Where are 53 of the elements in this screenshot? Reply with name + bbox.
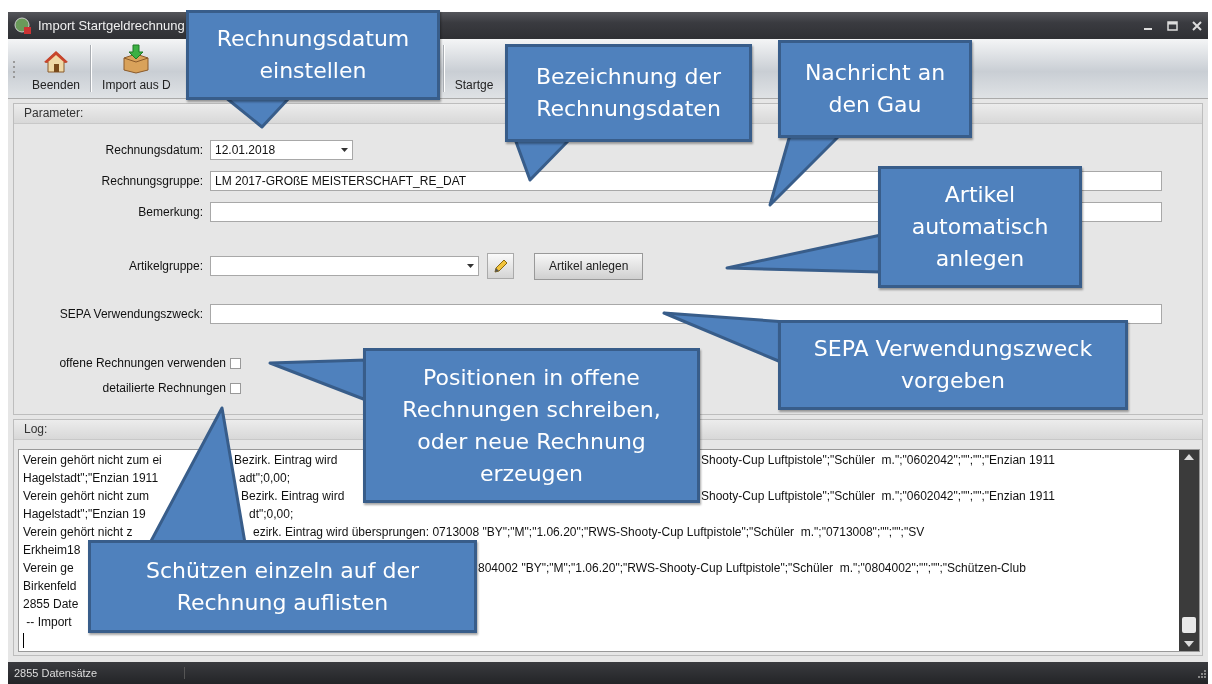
- log-text: Verein gehört nicht z: [23, 525, 133, 540]
- log-text: Verein gehört nicht zum ei: [23, 453, 162, 468]
- caret-icon: [341, 148, 348, 153]
- date-dropdown[interactable]: 12.01.2018: [210, 140, 353, 161]
- log-text: -- Import: [25, 615, 72, 630]
- status-text: 2855 Datensätze: [8, 667, 185, 680]
- callout: SEPA Verwendungszweck vorgeben: [778, 320, 1128, 410]
- checkbox-label: offene Rechnungen verwenden: [58, 356, 227, 371]
- log-text: Hagelstadt";"Enzian 19: [23, 507, 146, 522]
- log-text: Hagelstadt";"Enzian 1911: [23, 471, 159, 486]
- caret-icon: [467, 264, 474, 269]
- field-label: Artikelgruppe:: [127, 259, 204, 274]
- checkbox[interactable]: [230, 382, 241, 394]
- toolbar-button[interactable]: Import aus D: [94, 39, 179, 99]
- text-cursor: [23, 633, 24, 649]
- down-arrow-icon[interactable]: [1184, 641, 1194, 648]
- scrollbar-thumb[interactable]: [1182, 617, 1196, 634]
- field-label: Rechnungsdatum:: [104, 143, 204, 158]
- toolbar-grip-icon[interactable]: [12, 58, 16, 79]
- log-text: dt";0,00;: [249, 507, 294, 522]
- log-text: Bezirk. Eintrag wird: [234, 453, 338, 468]
- log-text: Verein gehört nicht zum: [23, 489, 150, 504]
- field-label: SEPA Verwendungszweck:: [58, 307, 204, 322]
- log-text: ezirk. Eintrag wird übersprungen: 0713008 "BY";"M";"1.06.20";"RWS-Shooty-Cup Luftpistole";"Schüler m.";"0713008";"";"";"SV: [253, 525, 925, 540]
- box-arrow-icon: [122, 44, 151, 75]
- log-text: 2855 Date: [23, 597, 79, 612]
- log-text: Bezirk. Eintrag wird: [241, 489, 345, 504]
- toolbar-button[interactable]: Beenden: [24, 39, 89, 99]
- resize-grip-icon[interactable]: [1196, 668, 1206, 679]
- checkbox-label: detailierte Rechnungen: [101, 381, 227, 396]
- log-text: adt";0,00;: [239, 471, 290, 486]
- log-text: Shooty-Cup Luftpistole";"Schüler m.";"0602042";"";"";"Enzian 1911: [701, 489, 1055, 504]
- log-text: Shooty-Cup Luftpistole";"Schüler m.";"0602042";"";"";"Enzian 1911: [701, 453, 1055, 468]
- callout: Artikel automatisch anlegen: [878, 166, 1082, 288]
- log-text: Erkheim18: [23, 543, 81, 558]
- field-label: Bemerkung:: [137, 205, 204, 220]
- scrollbar[interactable]: [1179, 450, 1199, 652]
- checkbox[interactable]: [230, 357, 241, 369]
- callout: Positionen in offene Rechnungen schreiben, oder neue Rechnung erzeugen: [363, 348, 700, 503]
- log-text: Verein ge: [23, 561, 74, 576]
- app-icon: [14, 16, 32, 35]
- house-icon: [43, 50, 69, 75]
- close-icon[interactable]: [1192, 20, 1202, 31]
- window-title: Import Startgeldrechnung: [38, 18, 185, 34]
- log-text: Birkenfeld: [23, 579, 77, 594]
- maximize-icon[interactable]: [1167, 20, 1178, 31]
- edit-button[interactable]: [487, 253, 514, 280]
- up-arrow-icon[interactable]: [1184, 454, 1194, 461]
- toolbar-button[interactable]: Startge: [446, 39, 502, 99]
- field-label: Rechnungsgruppe:: [100, 174, 204, 189]
- pencil-icon: [492, 258, 509, 275]
- log-text: 804002 "BY";"M";"1.06.20";"RWS-Shooty-Cup Luftpistole";"Schüler m.";"0804002";"";"";"Schützen-Club: [478, 561, 1026, 576]
- create-articles-button[interactable]: Artikel anlegen: [534, 252, 644, 280]
